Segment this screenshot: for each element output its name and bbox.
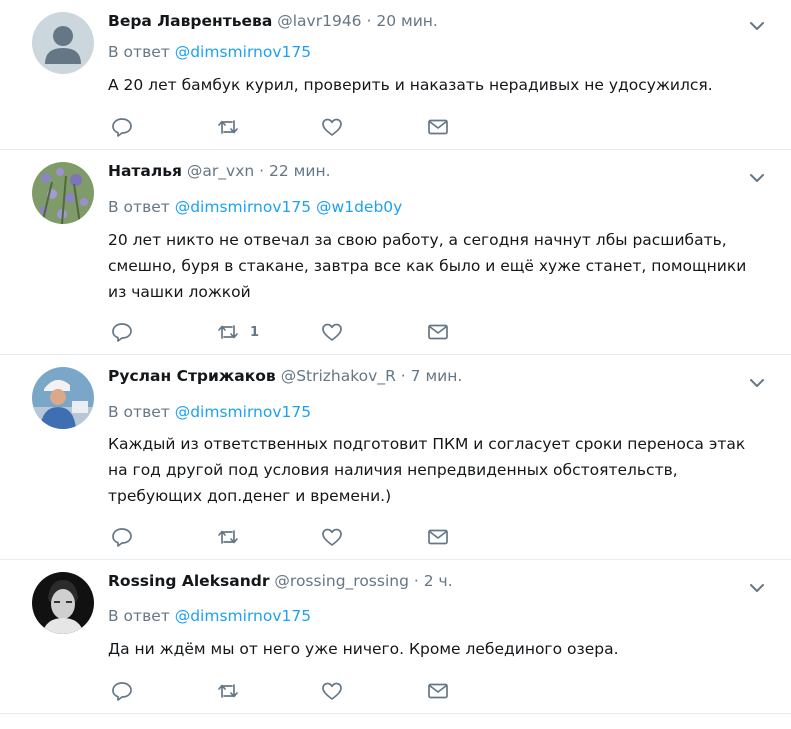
author-name[interactable]: Вера Лаврентьева [108,12,272,30]
direct-message-button[interactable] [426,525,450,549]
retweet-button[interactable] [216,115,250,139]
tweet-text: А 20 лет бамбук курил, проверить и наказ… [108,76,713,94]
tweet-text: Да ни ждём мы от него уже ничего. Кроме … [108,640,619,658]
direct-message-button[interactable] [426,679,450,703]
reply-button[interactable] [110,525,134,549]
tweet-header: Руслан Стрижаков @Strizhakov_R · 7 мин. [108,365,462,387]
default-avatar-icon [32,12,94,74]
tweet-actions: 1 [108,320,468,344]
reply-prefix: В ответ [108,198,170,216]
mention-link[interactable]: @dimsmirnov175 [175,607,311,625]
chevron-down-icon[interactable] [747,16,767,36]
like-button[interactable] [320,320,344,344]
direct-message-icon [428,683,448,699]
reply-button[interactable] [110,320,134,344]
direct-message-button[interactable] [426,320,450,344]
separator: · [413,572,419,590]
retweet-button[interactable]: 1 [216,320,259,344]
author-handle[interactable]: @ar_vxn [187,162,254,180]
retweet-icon [218,120,238,134]
retweet-icon [218,684,238,698]
reply-button[interactable] [110,679,134,703]
mention-link[interactable]: @dimsmirnov175 [175,43,311,61]
author-name[interactable]: Наталья [108,162,182,180]
reply-prefix: В ответ [108,607,170,625]
reply-icon [112,118,132,137]
author-handle[interactable]: @lavr1946 [277,12,361,30]
retweet-icon [218,530,238,544]
reply-icon [112,323,132,342]
avatar[interactable] [32,12,94,74]
reply-context: В ответ @dimsmirnov175 [108,401,311,423]
direct-message-icon [428,529,448,545]
tweet-actions [108,115,468,139]
tweet-text: Каждый из ответственных подготовит ПКМ и… [108,435,746,505]
avatar[interactable] [32,572,94,634]
avatar[interactable] [32,367,94,429]
author-name[interactable]: Руслан Стрижаков [108,367,276,385]
timestamp[interactable]: 22 мин. [269,162,330,180]
reply-prefix: В ответ [108,403,170,421]
author-name[interactable]: Rossing Aleksandr [108,572,269,590]
timestamp[interactable]: 7 мин. [411,367,463,385]
reply-icon [112,528,132,547]
chevron-down-icon[interactable] [747,373,767,393]
tweet-header: Наталья @ar_vxn · 22 мин. [108,160,331,182]
separator: · [259,162,265,180]
tweet-feed: Вера Лаврентьева @lavr1946 · 20 мин. В о… [0,0,791,729]
tweet[interactable]: Наталья @ar_vxn · 22 мин. В ответ @dimsm… [0,150,791,355]
tweet-actions [108,525,468,549]
avatar[interactable] [32,162,94,224]
chevron-down-icon[interactable] [747,168,767,188]
like-icon [322,682,342,700]
reply-context: В ответ @dimsmirnov175 [108,41,311,63]
reply-prefix: В ответ [108,43,170,61]
retweet-icon [218,325,238,339]
tweet[interactable]: Вера Лаврентьева @lavr1946 · 20 мин. В о… [0,0,791,150]
separator: · [366,12,372,30]
reply-context: В ответ @dimsmirnov175 [108,605,311,627]
mention-link[interactable]: @dimsmirnov175 [175,198,311,216]
timestamp[interactable]: 20 мин. [376,12,437,30]
like-icon [322,118,342,136]
direct-message-icon [428,324,448,340]
author-handle[interactable]: @Strizhakov_R [281,367,396,385]
author-handle[interactable]: @rossing_rossing [274,572,409,590]
reply-icon [112,682,132,701]
tweet[interactable]: Руслан Стрижаков @Strizhakov_R · 7 мин. … [0,355,791,560]
like-button[interactable] [320,525,344,549]
separator: · [400,367,406,385]
mention-link[interactable]: @dimsmirnov175 [175,403,311,421]
avatar-photo-portrait [32,572,94,634]
timestamp[interactable]: 2 ч. [424,572,453,590]
retweet-button[interactable] [216,679,250,703]
chevron-down-icon[interactable] [747,578,767,598]
like-button[interactable] [320,115,344,139]
direct-message-button[interactable] [426,115,450,139]
direct-message-icon [428,119,448,135]
avatar-photo-person [32,367,94,429]
tweet-actions [108,679,468,703]
tweet-text: 20 лет никто не отвечал за свою работу, … [108,231,747,301]
retweet-button[interactable] [216,525,250,549]
avatar-photo-flowers [32,162,94,224]
reply-button[interactable] [110,115,134,139]
like-icon [322,528,342,546]
tweet-header: Вера Лаврентьева @lavr1946 · 20 мин. [108,10,438,32]
like-button[interactable] [320,679,344,703]
like-icon [322,323,342,341]
mention-link[interactable]: @w1deb0y [316,198,402,216]
retweet-count: 1 [250,324,260,340]
tweet[interactable]: Rossing Aleksandr @rossing_rossing · 2 ч… [0,560,791,714]
reply-context: В ответ @dimsmirnov175 @w1deb0y [108,196,402,218]
tweet-header: Rossing Aleksandr @rossing_rossing · 2 ч… [108,570,453,592]
